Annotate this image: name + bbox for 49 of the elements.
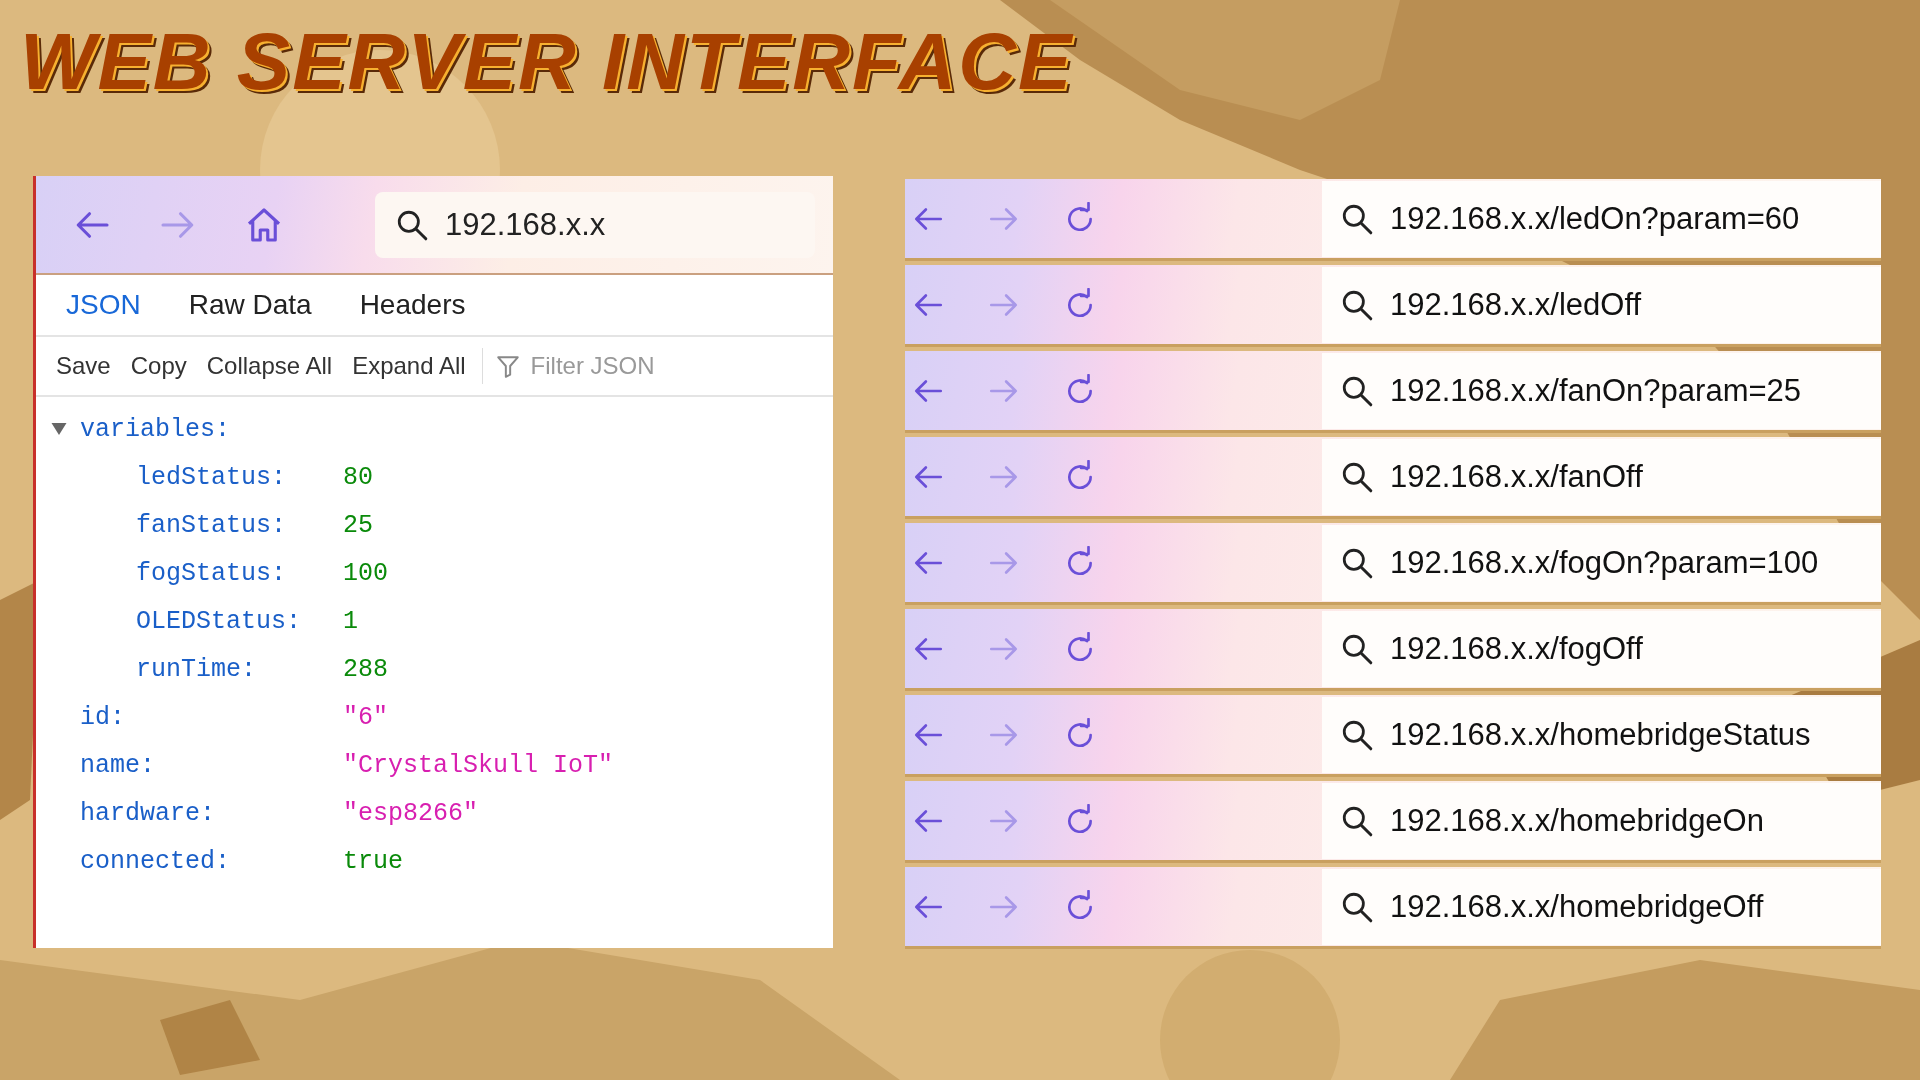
url-text: 192.168.x.x: [445, 206, 606, 243]
json-key: variables:: [80, 414, 343, 444]
viewer-tab[interactable]: Raw Data: [164, 276, 336, 334]
toolbar-button[interactable]: Expand All: [342, 352, 476, 380]
toolbar-button[interactable]: Save: [46, 352, 121, 380]
json-key: OLEDStatus:: [50, 606, 343, 636]
page-title: WEB SERVER INTERFACE: [20, 16, 1074, 108]
address-bar[interactable]: 192.168.x.x/homebridgeOff: [1322, 868, 1881, 945]
address-bar[interactable]: 192.168.x.x/fanOn?param=25: [1322, 352, 1881, 429]
json-value: 25: [343, 510, 373, 540]
json-key: runTime:: [50, 654, 343, 684]
json-key: fanStatus:: [50, 510, 343, 540]
url-text: 192.168.x.x/homebridgeStatus: [1390, 716, 1811, 753]
address-bar[interactable]: 192.168.x.x/fanOff: [1322, 438, 1881, 515]
toolbar-button[interactable]: Copy: [120, 352, 197, 380]
address-bar[interactable]: 192.168.x.x/fogOn?param=100: [1322, 524, 1881, 601]
url-text: 192.168.x.x/ledOff: [1390, 286, 1642, 323]
json-key: name:: [50, 750, 343, 780]
address-bar[interactable]: 192.168.x.x: [375, 191, 815, 258]
json-key: hardware:: [50, 798, 343, 828]
filter-icon: [494, 353, 521, 379]
url-text: 192.168.x.x/ledOn?param=60: [1390, 200, 1800, 237]
viewer-tab[interactable]: JSON: [42, 276, 165, 334]
json-value: "6": [343, 702, 388, 732]
json-key: id:: [50, 702, 343, 732]
json-key: fogStatus:: [50, 558, 343, 588]
address-bar[interactable]: 192.168.x.x/ledOn?param=60: [1322, 180, 1881, 257]
json-value: "CrystalSkull IoT": [343, 750, 614, 780]
filter-field[interactable]: Filter JSON: [528, 351, 703, 381]
json-value: 1: [343, 606, 358, 636]
json-key: ledStatus:: [50, 462, 343, 492]
json-value: "esp8266": [343, 798, 479, 828]
address-bar[interactable]: 192.168.x.x/ledOff: [1322, 266, 1881, 343]
url-text: 192.168.x.x/homebridgeOff: [1390, 888, 1764, 925]
json-value: 288: [343, 654, 388, 684]
url-text: 192.168.x.x/fogOn?param=100: [1390, 544, 1819, 581]
json-value: true: [343, 846, 403, 876]
json-value: 80: [343, 462, 373, 492]
url-text: 192.168.x.x/homebridgeOn: [1390, 802, 1764, 839]
json-value: 100: [343, 558, 388, 588]
viewer-tab[interactable]: Headers: [335, 276, 490, 334]
address-bar[interactable]: 192.168.x.x/fogOff: [1322, 610, 1881, 687]
url-text: 192.168.x.x/fanOn?param=25: [1390, 372, 1802, 409]
toolbar-button[interactable]: Collapse All: [196, 352, 343, 380]
url-text: 192.168.x.x/fanOff: [1390, 458, 1643, 495]
json-key: connected:: [50, 846, 343, 876]
address-bar[interactable]: 192.168.x.x/homebridgeOn: [1322, 782, 1881, 859]
url-text: 192.168.x.x/fogOff: [1390, 630, 1643, 667]
address-bar[interactable]: 192.168.x.x/homebridgeStatus: [1322, 696, 1881, 773]
